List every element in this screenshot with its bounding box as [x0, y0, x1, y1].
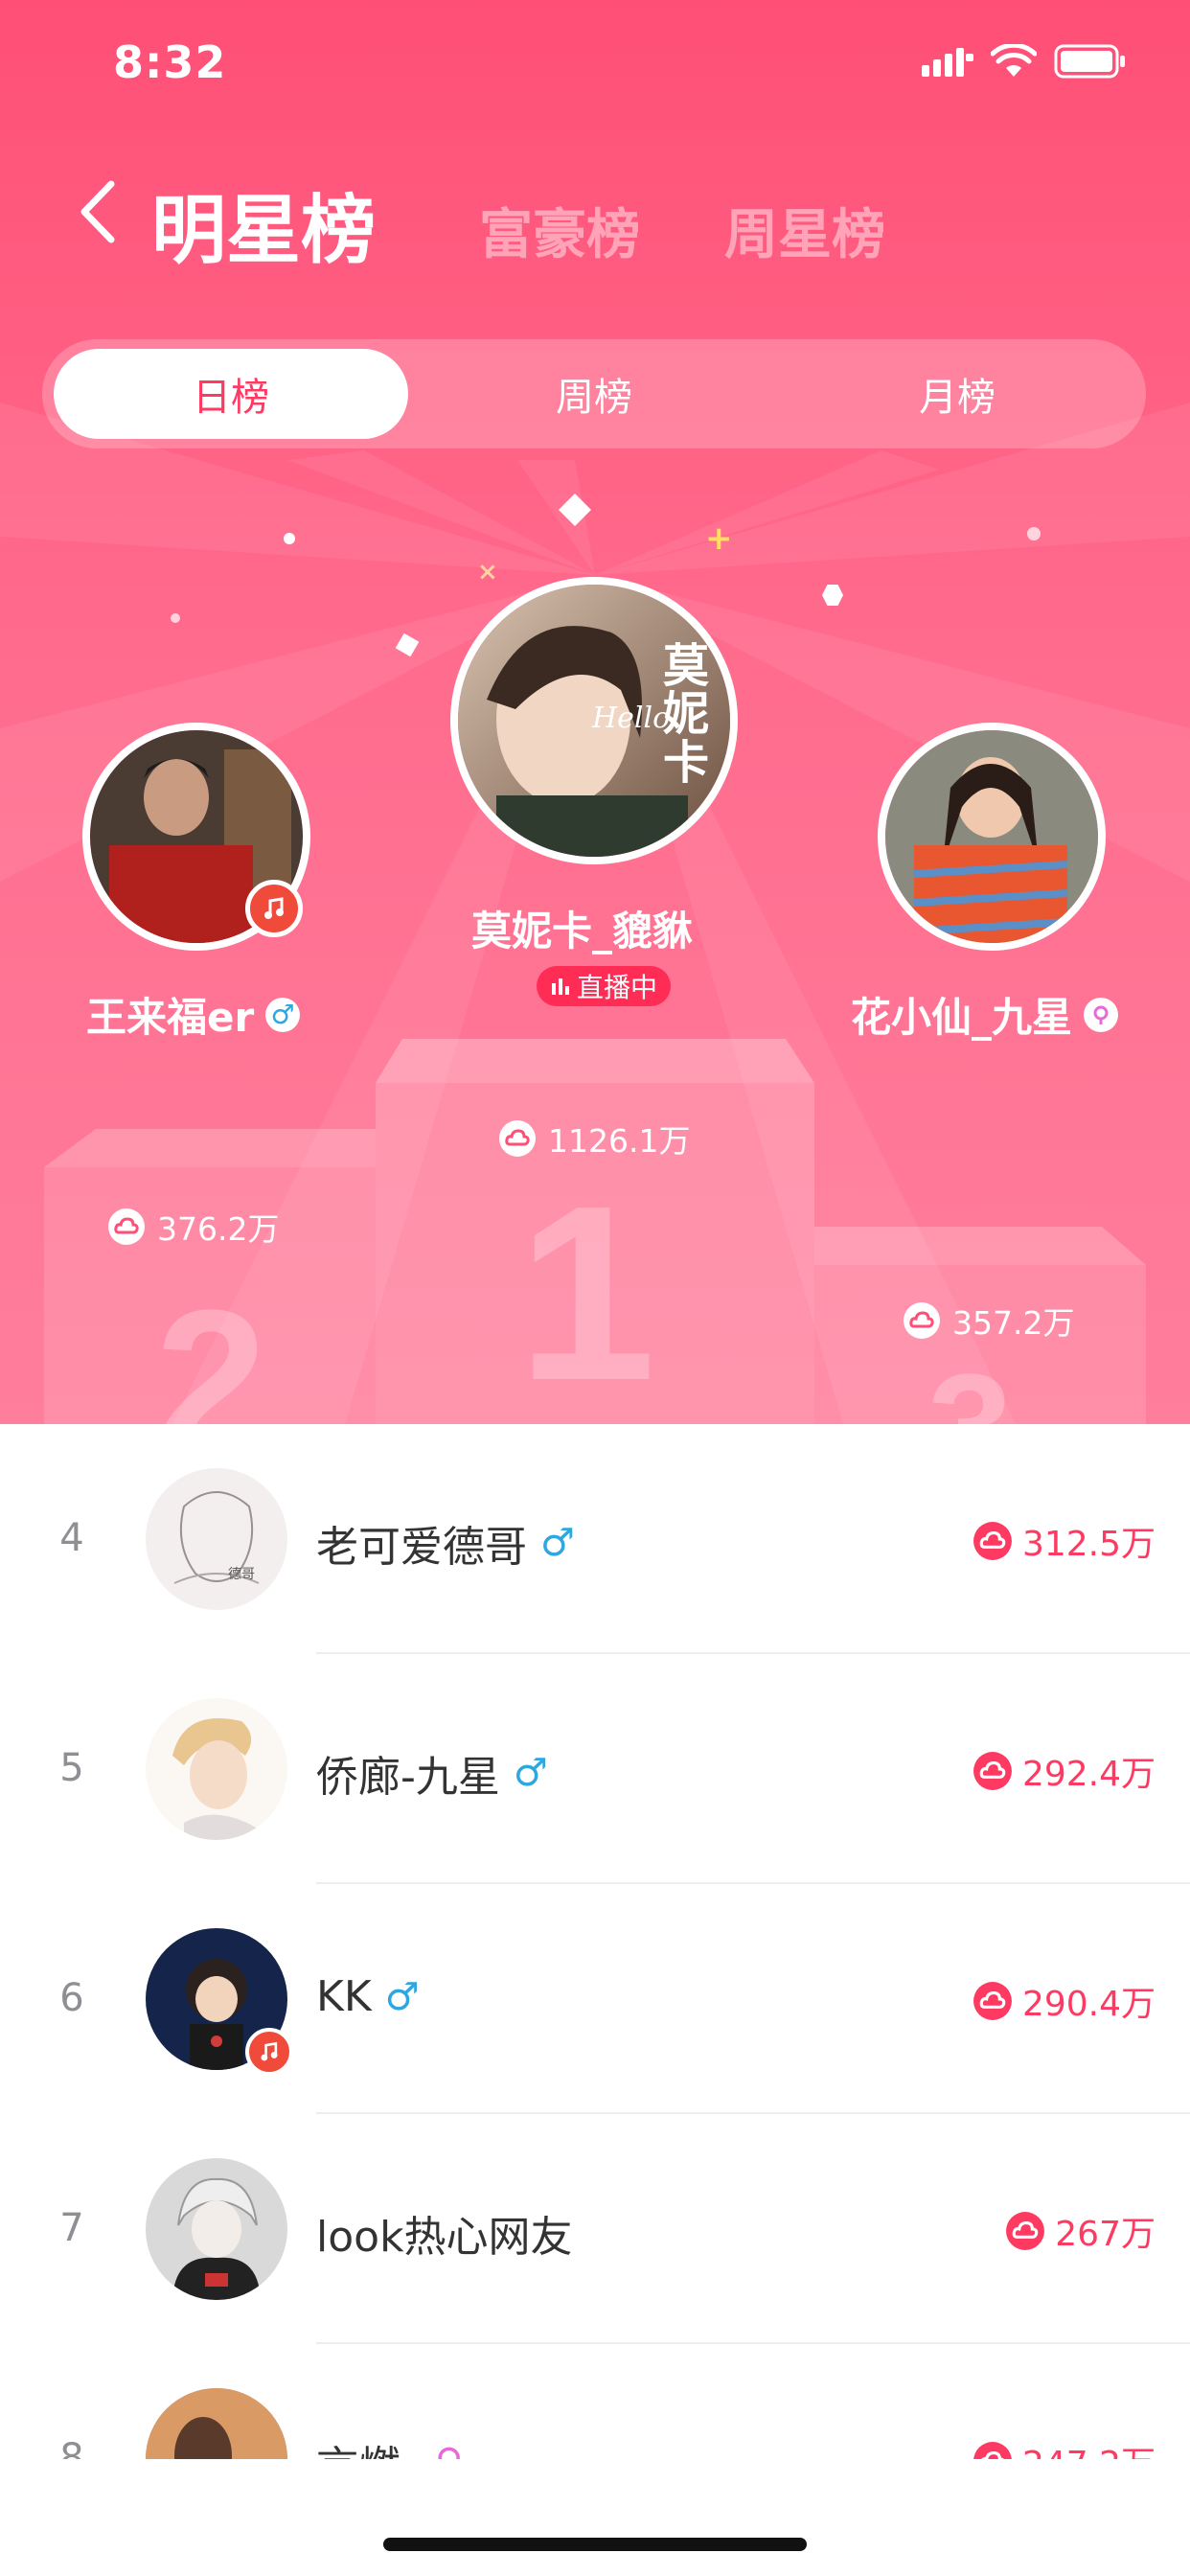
avatar-illustration: [172, 1717, 261, 1840]
page-title[interactable]: 明星榜: [151, 171, 376, 278]
list-value-text: 247.2万: [1022, 2436, 1156, 2459]
status-time: 8:32: [113, 36, 227, 88]
list-value-text: 290.4万: [1021, 1985, 1156, 2024]
ranking-hero: 8:32 明星榜 富豪榜 周星榜 日榜 周榜 月榜 + × 莫 妮 卡 Hell…: [0, 0, 1190, 1424]
list-avatar[interactable]: [146, 1698, 287, 1840]
list-rank: 4: [59, 1516, 84, 1560]
rank-3-name: 花小仙_九星: [851, 994, 1073, 1041]
sparkle-dot: [1027, 527, 1041, 540]
gift-cloud-icon: [904, 1302, 940, 1339]
list-name: KK: [316, 1972, 372, 2021]
gift-cloud-icon: [499, 1120, 536, 1157]
list-item[interactable]: 8 言燃_ ♀ 247.2万: [0, 2344, 1190, 2459]
battery-icon: [1054, 44, 1125, 79]
gift-cloud-icon: [973, 2442, 1012, 2459]
rank-2-name-row[interactable]: 王来福er ♂: [86, 985, 301, 1044]
list-value-text: 292.4万: [1021, 1755, 1156, 1794]
avatar-rank-1[interactable]: 莫 妮 卡 Hello: [450, 577, 738, 864]
list-rank: 8: [59, 2436, 84, 2459]
music-badge-icon: [245, 880, 303, 937]
avatar-photo: [885, 730, 1098, 943]
tab-weekly-star[interactable]: 周星榜: [724, 192, 885, 269]
live-bars-icon: [552, 978, 569, 995]
gift-cloud-icon: [973, 1522, 1012, 1560]
list-value: 292.4万: [973, 1746, 1156, 1796]
list-value: 290.4万: [973, 1976, 1156, 2026]
rank-2-number: 2: [155, 1268, 267, 1425]
male-gender-icon: ♂: [384, 1974, 420, 2019]
list-item[interactable]: 7 look热心网友 267万: [0, 2114, 1190, 2344]
live-badge-label: 直播中: [577, 972, 658, 1003]
list-item[interactable]: 6 KK ♂ 290.4万: [0, 1884, 1190, 2114]
gift-cloud-icon: [973, 1752, 1012, 1790]
sparkle-plus: +: [705, 519, 733, 558]
rank-2-name: 王来福er: [86, 994, 255, 1041]
list-name: 言燃_: [316, 2432, 422, 2459]
list-value: 267万: [1005, 2206, 1156, 2256]
list-value: 247.2万: [973, 2436, 1156, 2459]
list-name-row: look热心网友: [316, 2202, 573, 2264]
segment-weekly[interactable]: 周榜: [417, 349, 771, 439]
rank-3-name-row[interactable]: 花小仙_九星: [851, 985, 1119, 1044]
gift-cloud-icon: [1006, 2212, 1045, 2250]
list-name: 老可爱德哥: [316, 1523, 527, 1572]
sparkle-dot: [171, 613, 180, 623]
list-name-row: 老可爱德哥 ♂: [316, 1512, 575, 1574]
home-indicator[interactable]: [383, 2538, 807, 2551]
rank-1-number: 1: [517, 1155, 656, 1424]
list-name-row: 言燃_ ♀: [316, 2432, 463, 2459]
gift-cloud-icon: [108, 1208, 145, 1245]
list-name-row: KK ♂: [316, 1972, 420, 2021]
avatar-overlay-script: Hello: [592, 702, 671, 735]
avatar-rank-3[interactable]: [878, 723, 1106, 951]
list-name: 侨廊-九星: [316, 1753, 500, 1802]
ranking-list: 4 德哥 老可爱德哥 ♂ 312.5万 5 侨廊-九星 ♂ 292.4万 6 K…: [0, 1424, 1190, 2459]
rank-3-value: 357.2万: [903, 1298, 1074, 1344]
list-item[interactable]: 4 德哥 老可爱德哥 ♂ 312.5万: [0, 1424, 1190, 1654]
sparkle-dot: [284, 533, 295, 544]
live-badge[interactable]: 直播中: [537, 966, 672, 1006]
signal-icon: [922, 48, 973, 77]
back-icon[interactable]: [75, 178, 123, 245]
rank-3-number: 3: [927, 1351, 1013, 1425]
list-value-text: 267万: [1055, 2215, 1156, 2254]
list-name: look热心网友: [316, 2213, 573, 2262]
segment-monthly[interactable]: 月榜: [780, 349, 1134, 439]
male-gender-icon: ♂: [265, 997, 301, 1032]
avatar-caption: 德哥: [228, 1567, 255, 1582]
rank-1-name[interactable]: 莫妮卡_貔貅: [471, 899, 693, 957]
list-avatar[interactable]: 德哥: [146, 1468, 287, 1610]
list-value-text: 312.5万: [1021, 1525, 1156, 1564]
gift-cloud-icon: [973, 1982, 1012, 2020]
bottom-safe-area: [0, 2459, 1190, 2576]
rank-2-value: 376.2万: [107, 1204, 279, 1250]
period-segment: 日榜 周榜 月榜: [42, 339, 1146, 448]
list-name-row: 侨廊-九星 ♂: [316, 1742, 548, 1804]
list-avatar[interactable]: [146, 2388, 287, 2459]
list-rank: 7: [59, 2206, 84, 2250]
segment-daily[interactable]: 日榜: [54, 349, 408, 439]
female-gender-icon: ♀: [435, 2441, 463, 2459]
list-rank: 6: [59, 1976, 84, 2020]
rank-2-value-text: 376.2万: [157, 1210, 280, 1248]
list-avatar[interactable]: [146, 2158, 287, 2300]
male-gender-icon: ♂: [513, 1751, 548, 1795]
rank-3-value-text: 357.2万: [952, 1304, 1075, 1342]
wifi-icon: [991, 44, 1037, 77]
female-gender-icon: [1084, 997, 1119, 1032]
male-gender-icon: ♂: [540, 1521, 575, 1565]
avatar-photo: [146, 2388, 287, 2459]
music-badge-icon: [245, 2028, 293, 2076]
sparkle-cross: ×: [477, 558, 498, 586]
list-item[interactable]: 5 侨廊-九星 ♂ 292.4万: [0, 1654, 1190, 1884]
list-rank: 5: [59, 1746, 84, 1790]
avatar-sketch: [173, 1491, 260, 1584]
tab-rich-list[interactable]: 富豪榜: [479, 192, 640, 269]
list-value: 312.5万: [973, 1516, 1156, 1566]
status-icons: [922, 44, 1127, 79]
avatar-illustration: [172, 2177, 261, 2300]
